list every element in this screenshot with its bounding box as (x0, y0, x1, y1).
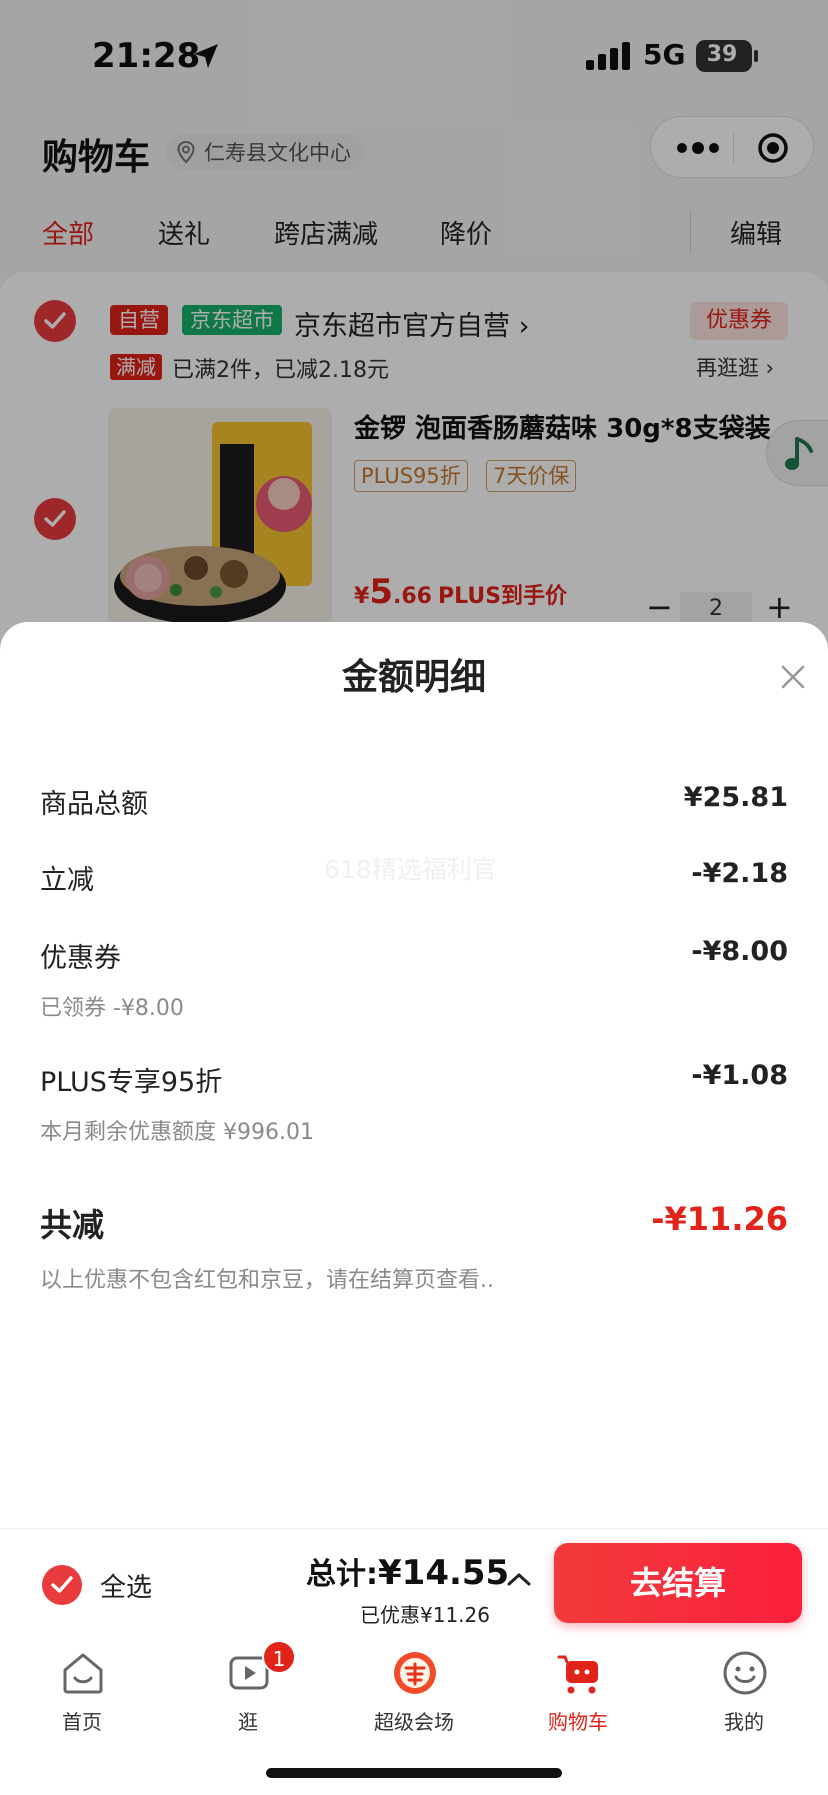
checkout-button[interactable]: 去结算 (554, 1543, 802, 1623)
instant-discount-value: -¥2.18 (691, 858, 788, 889)
cart-icon (557, 1655, 598, 1694)
select-all-checkbox[interactable] (42, 1565, 82, 1605)
total-discount-value: -¥11.26 (651, 1200, 788, 1238)
home-icon (63, 1653, 103, 1694)
coupon-sub: 已领券 -¥8.00 (40, 996, 184, 1021)
tabbar-cart[interactable]: 购物车 (518, 1650, 638, 1740)
tabbar-super-venue[interactable]: 超级会场 (354, 1650, 474, 1740)
sheet-title: 金额明细 (341, 657, 486, 698)
tabbar-super-venue-label: 超级会场 (374, 1710, 454, 1734)
tabbar-mine[interactable]: 我的 (684, 1650, 804, 1740)
tabbar-home[interactable]: 首页 (22, 1650, 142, 1740)
checkout-bar: 全选 总计:¥14.55 已优惠¥11.26 去结算 (0, 1528, 828, 1636)
discount-note: 以上优惠不包含红包和京豆，请在结算页查看.. (40, 1268, 494, 1293)
close-icon[interactable] (778, 662, 808, 692)
goods-total-value: ¥25.81 (683, 782, 788, 813)
chevron-up-icon[interactable] (506, 1571, 532, 1587)
tabbar-mine-label: 我的 (724, 1710, 764, 1734)
super-venue-icon (394, 1652, 436, 1694)
total-amount: ¥14.55 (378, 1553, 510, 1593)
tabbar-browse[interactable]: 1 逛 (188, 1640, 308, 1740)
tabbar-browse-label: 逛 (238, 1710, 258, 1734)
checkout-total: 总计:¥14.55 (306, 1549, 509, 1593)
saved-amount: 已优惠¥11.26 (360, 1603, 490, 1627)
instant-discount-label: 立减 (40, 865, 94, 896)
goods-total-label: 商品总额 (40, 789, 148, 820)
coupon-value: -¥8.00 (691, 936, 788, 967)
check-icon (51, 1576, 73, 1593)
total-discount-label: 共减 (40, 1206, 105, 1244)
select-all-label[interactable]: 全选 (100, 1567, 152, 1604)
tabbar-cart-label: 购物车 (548, 1710, 608, 1734)
watermark-text: 618精选福利官 (324, 855, 497, 884)
coupon-label: 优惠券 (40, 943, 121, 974)
plus-discount-value: -¥1.08 (691, 1060, 788, 1091)
total-prefix: 总计: (306, 1557, 378, 1592)
plus-discount-label: PLUS专享95折 (40, 1067, 223, 1098)
notification-badge: 1 (262, 1640, 296, 1674)
tabbar-home-label: 首页 (62, 1710, 102, 1734)
plus-quota-sub: 本月剩余优惠额度 ¥996.01 (40, 1120, 314, 1145)
smile-icon (723, 1651, 767, 1695)
home-indicator (266, 1768, 562, 1778)
